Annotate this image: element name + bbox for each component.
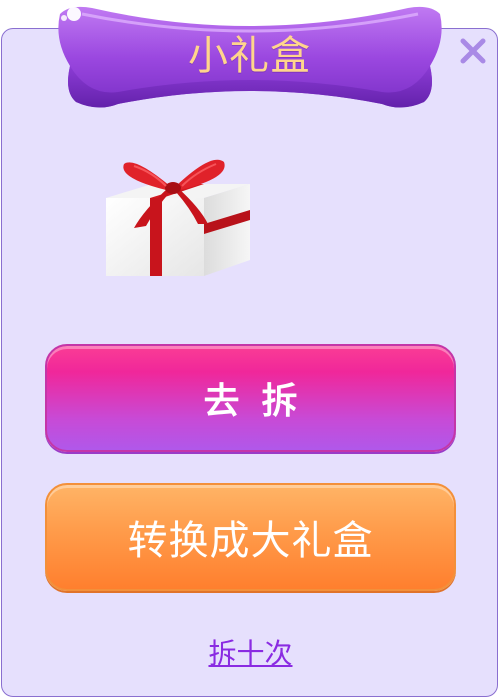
gift-box-icon bbox=[106, 159, 250, 276]
open-button[interactable]: 去拆 bbox=[45, 344, 456, 452]
open-button-label: 去拆 bbox=[203, 381, 320, 422]
close-icon bbox=[460, 38, 486, 64]
gift-box bbox=[104, 150, 254, 280]
title-ribbon: 小礼盒 bbox=[52, 0, 447, 120]
open-ten-times-link[interactable]: 拆十次 bbox=[0, 632, 501, 672]
dialog-title: 小礼盒 bbox=[188, 33, 311, 79]
close-button[interactable] bbox=[456, 34, 490, 68]
convert-button-label: 转换成大礼盒 bbox=[127, 518, 374, 564]
convert-to-big-box-button[interactable]: 转换成大礼盒 bbox=[45, 483, 456, 591]
